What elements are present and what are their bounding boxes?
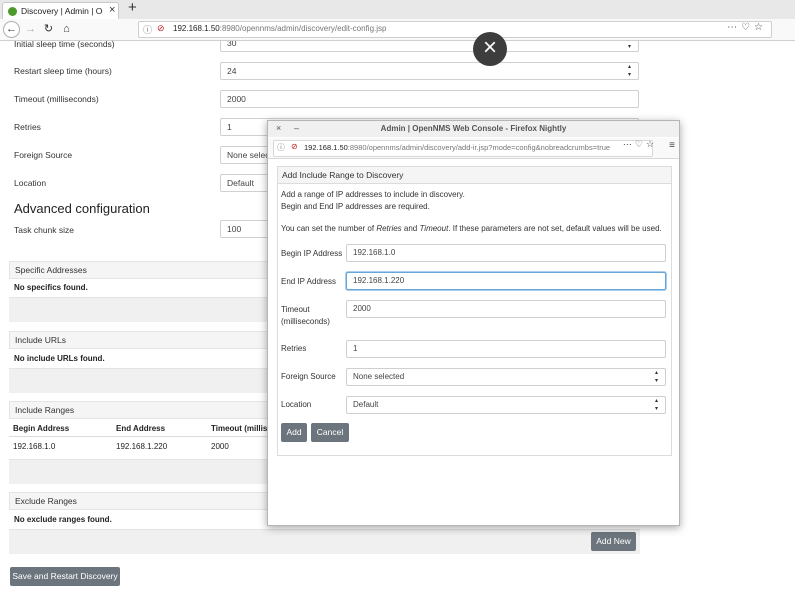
- timeout-label-line-1: Timeout: [281, 305, 310, 314]
- new-tab-icon[interactable]: +: [128, 0, 137, 16]
- popup-pocket-icon[interactable]: ♡: [635, 139, 646, 149]
- retries-label: Retries: [281, 344, 307, 353]
- timeout-label: Timeout (milliseconds): [14, 94, 99, 104]
- add-new-button[interactable]: Add New: [591, 532, 636, 551]
- advanced-configuration-heading: Advanced configuration: [14, 201, 150, 216]
- reload-icon[interactable]: ↻: [40, 21, 57, 38]
- intro-3-and: and: [401, 224, 420, 233]
- timeout-input[interactable]: 2000: [220, 90, 639, 108]
- intro-line-3: You can set the number of Retries and Ti…: [281, 224, 662, 233]
- retries-input[interactable]: 1: [346, 340, 666, 358]
- intro-3-post: . If these parameters are not set, defau…: [448, 224, 662, 233]
- initial-sleep-label: Initial sleep time (seconds): [14, 41, 115, 49]
- no-exclude-ranges-text: No exclude ranges found.: [14, 515, 112, 524]
- tab-title: Discovery | Admin | OpenN: [21, 6, 103, 16]
- timeout-input[interactable]: 2000: [346, 300, 666, 318]
- location-select[interactable]: Default: [346, 396, 666, 414]
- url-bar[interactable]: ⓘ ⊘ 192.168.1.50:8980/opennms/admin/disc…: [138, 21, 772, 38]
- cell-end: 192.168.1.220: [116, 442, 168, 451]
- popup-page-actions-icon[interactable]: ⋯: [623, 139, 635, 149]
- back-arrow-icon[interactable]: ←: [3, 21, 20, 38]
- popup-window-title: Admin | OpenNMS Web Console - Firefox Ni…: [380, 124, 567, 133]
- intro-3-retries: Retries: [376, 224, 402, 233]
- popup-url-host: 192.168.1.50: [304, 143, 348, 152]
- intro-line-2: Begin and End IP addresses are required.: [281, 202, 430, 211]
- overlay-close-icon[interactable]: ×: [473, 32, 507, 66]
- url-host: 192.168.1.50: [173, 24, 220, 33]
- begin-ip-input[interactable]: 192.168.1.0: [346, 244, 666, 262]
- intro-3-pre: You can set the number of: [281, 224, 377, 233]
- cell-timeout: 2000: [211, 442, 229, 451]
- tab-discovery[interactable]: Discovery | Admin | OpenN ×: [2, 2, 119, 19]
- navigation-bar: ← → ↻ ⌂ ⓘ ⊘ 192.168.1.50:8980/opennms/ad…: [0, 19, 795, 41]
- foreign-source-label: Foreign Source: [281, 372, 336, 381]
- tab-bar: Discovery | Admin | OpenN × +: [0, 0, 795, 20]
- col-begin-address: Begin Address: [13, 424, 70, 433]
- end-ip-input[interactable]: 192.168.1.220: [346, 272, 666, 290]
- insecure-lock-icon[interactable]: ⊘: [157, 23, 165, 34]
- location-label: Location: [281, 400, 312, 409]
- intro-3-timeout: Timeout: [419, 224, 449, 233]
- popup-minimize-icon[interactable]: –: [294, 123, 299, 133]
- add-include-range-popup: Admin | OpenNMS Web Console - Firefox Ni…: [267, 120, 680, 526]
- location-label: Location: [14, 178, 47, 188]
- url-actions: ⋯♡☆: [727, 22, 767, 33]
- foreign-source-label: Foreign Source: [14, 150, 73, 160]
- exclude-ranges-footer: [9, 529, 640, 554]
- popup-bookmark-star-icon[interactable]: ☆: [646, 139, 657, 149]
- timeout-label-line-2: (milliseconds): [281, 317, 330, 326]
- add-button[interactable]: Add: [281, 423, 307, 442]
- begin-ip-label: Begin IP Address: [281, 249, 343, 258]
- url-path: :8980/opennms/admin/discovery/edit-confi…: [219, 24, 387, 33]
- restart-sleep-label: Restart sleep time (hours): [14, 66, 112, 76]
- page-info-icon[interactable]: ⓘ: [143, 23, 152, 36]
- cancel-button[interactable]: Cancel: [311, 423, 349, 442]
- url-text: 192.168.1.50:8980/opennms/admin/discover…: [173, 24, 386, 33]
- save-restart-discovery-button[interactable]: Save and Restart Discovery: [10, 567, 120, 586]
- popup-close-icon[interactable]: ×: [276, 123, 281, 133]
- end-ip-label: End IP Address: [281, 277, 336, 286]
- popup-info-icon[interactable]: ⓘ: [277, 142, 285, 153]
- popup-titlebar: Admin | OpenNMS Web Console - Firefox Ni…: [268, 121, 679, 137]
- restart-sleep-select[interactable]: 24: [220, 62, 639, 80]
- popup-url-text: 192.168.1.50:8980/opennms/admin/discover…: [304, 143, 610, 152]
- add-include-range-card: Add Include Range to Discovery Add a ran…: [277, 166, 672, 456]
- popup-url-path: :8980/opennms/admin/discovery/add-ir.jsp…: [347, 143, 611, 152]
- col-end-address: End Address: [116, 424, 166, 433]
- task-chunk-label: Task chunk size: [14, 225, 74, 235]
- bookmark-star-icon[interactable]: ☆: [754, 22, 767, 33]
- popup-url-field[interactable]: ⓘ ⊘ 192.168.1.50:8980/opennms/admin/disc…: [273, 140, 653, 157]
- tab-close-icon[interactable]: ×: [109, 4, 115, 16]
- retries-label: Retries: [14, 122, 41, 132]
- popup-hamburger-menu-icon[interactable]: ≡: [669, 140, 675, 151]
- popup-url-bar: ⓘ ⊘ 192.168.1.50:8980/opennms/admin/disc…: [268, 138, 679, 159]
- popup-insecure-icon[interactable]: ⊘: [291, 142, 298, 151]
- no-specifics-text: No specifics found.: [14, 283, 88, 292]
- intro-line-1: Add a range of IP addresses to include i…: [281, 190, 465, 199]
- col-timeout: Timeout (millis: [211, 424, 268, 433]
- card-title: Add Include Range to Discovery: [278, 167, 671, 184]
- forward-arrow-icon[interactable]: →: [22, 21, 39, 38]
- home-icon[interactable]: ⌂: [58, 21, 75, 38]
- no-include-urls-text: No include URLs found.: [14, 354, 105, 363]
- popup-url-actions: ⋯♡☆: [623, 139, 657, 150]
- opennms-favicon-icon: [8, 7, 17, 16]
- initial-sleep-select[interactable]: 30: [220, 41, 639, 52]
- cell-begin: 192.168.1.0: [13, 442, 56, 451]
- page-actions-icon[interactable]: ⋯: [727, 22, 741, 33]
- pocket-icon[interactable]: ♡: [741, 22, 754, 33]
- foreign-source-select[interactable]: None selected: [346, 368, 666, 386]
